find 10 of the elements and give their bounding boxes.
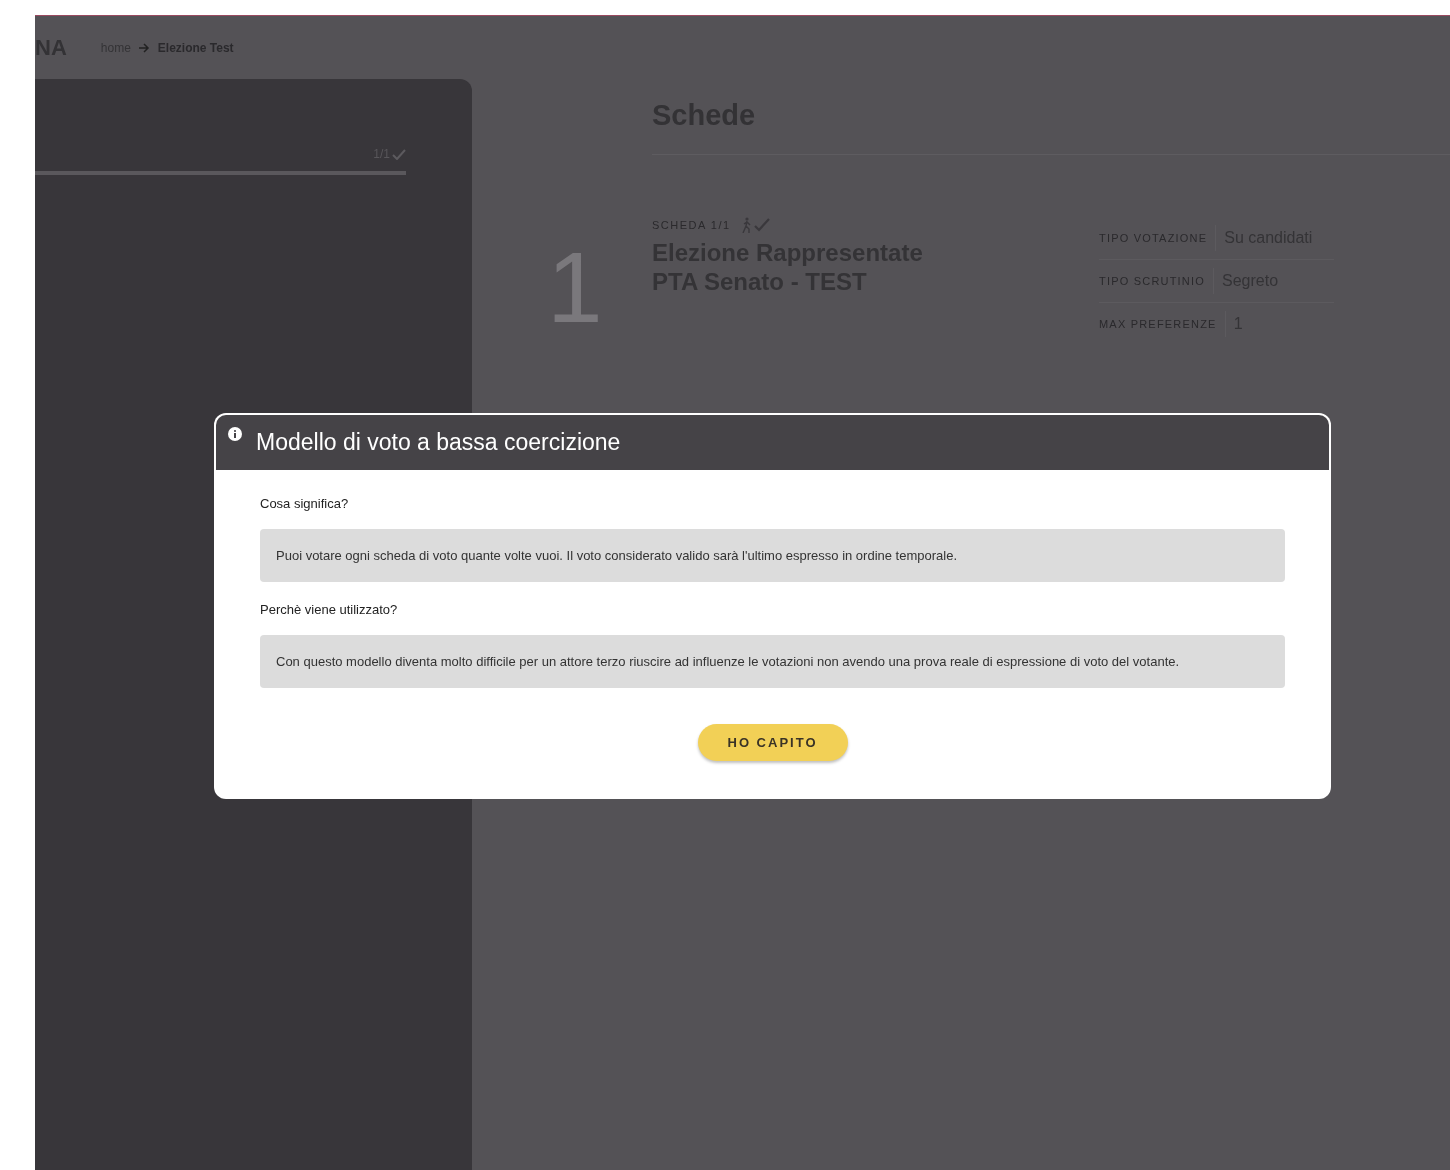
- info-icon: [228, 427, 242, 441]
- question-text: Perchè viene utilizzato?: [260, 602, 399, 617]
- walking-person-check-icon: [740, 217, 771, 233]
- answer-text: Puoi votare ogni scheda di voto quante volte vuoi. Il voto considerato valido sarà l'ultimo espresso in ordine temporale.: [260, 529, 1285, 582]
- confirm-button[interactable]: HO CAPITO: [697, 724, 848, 761]
- checkmark-icon: [392, 148, 406, 160]
- answer-text: Con questo modello diventa molto difficile per un attore terzo riuscire ad influenze le votazioni non avendo una prova reale di espressione di voto del votante.: [260, 635, 1285, 688]
- dialog-title: Modello di voto a bassa coercizione: [256, 429, 621, 456]
- question-text: Cosa significa?: [260, 496, 350, 511]
- arrow-right-icon: [138, 42, 150, 53]
